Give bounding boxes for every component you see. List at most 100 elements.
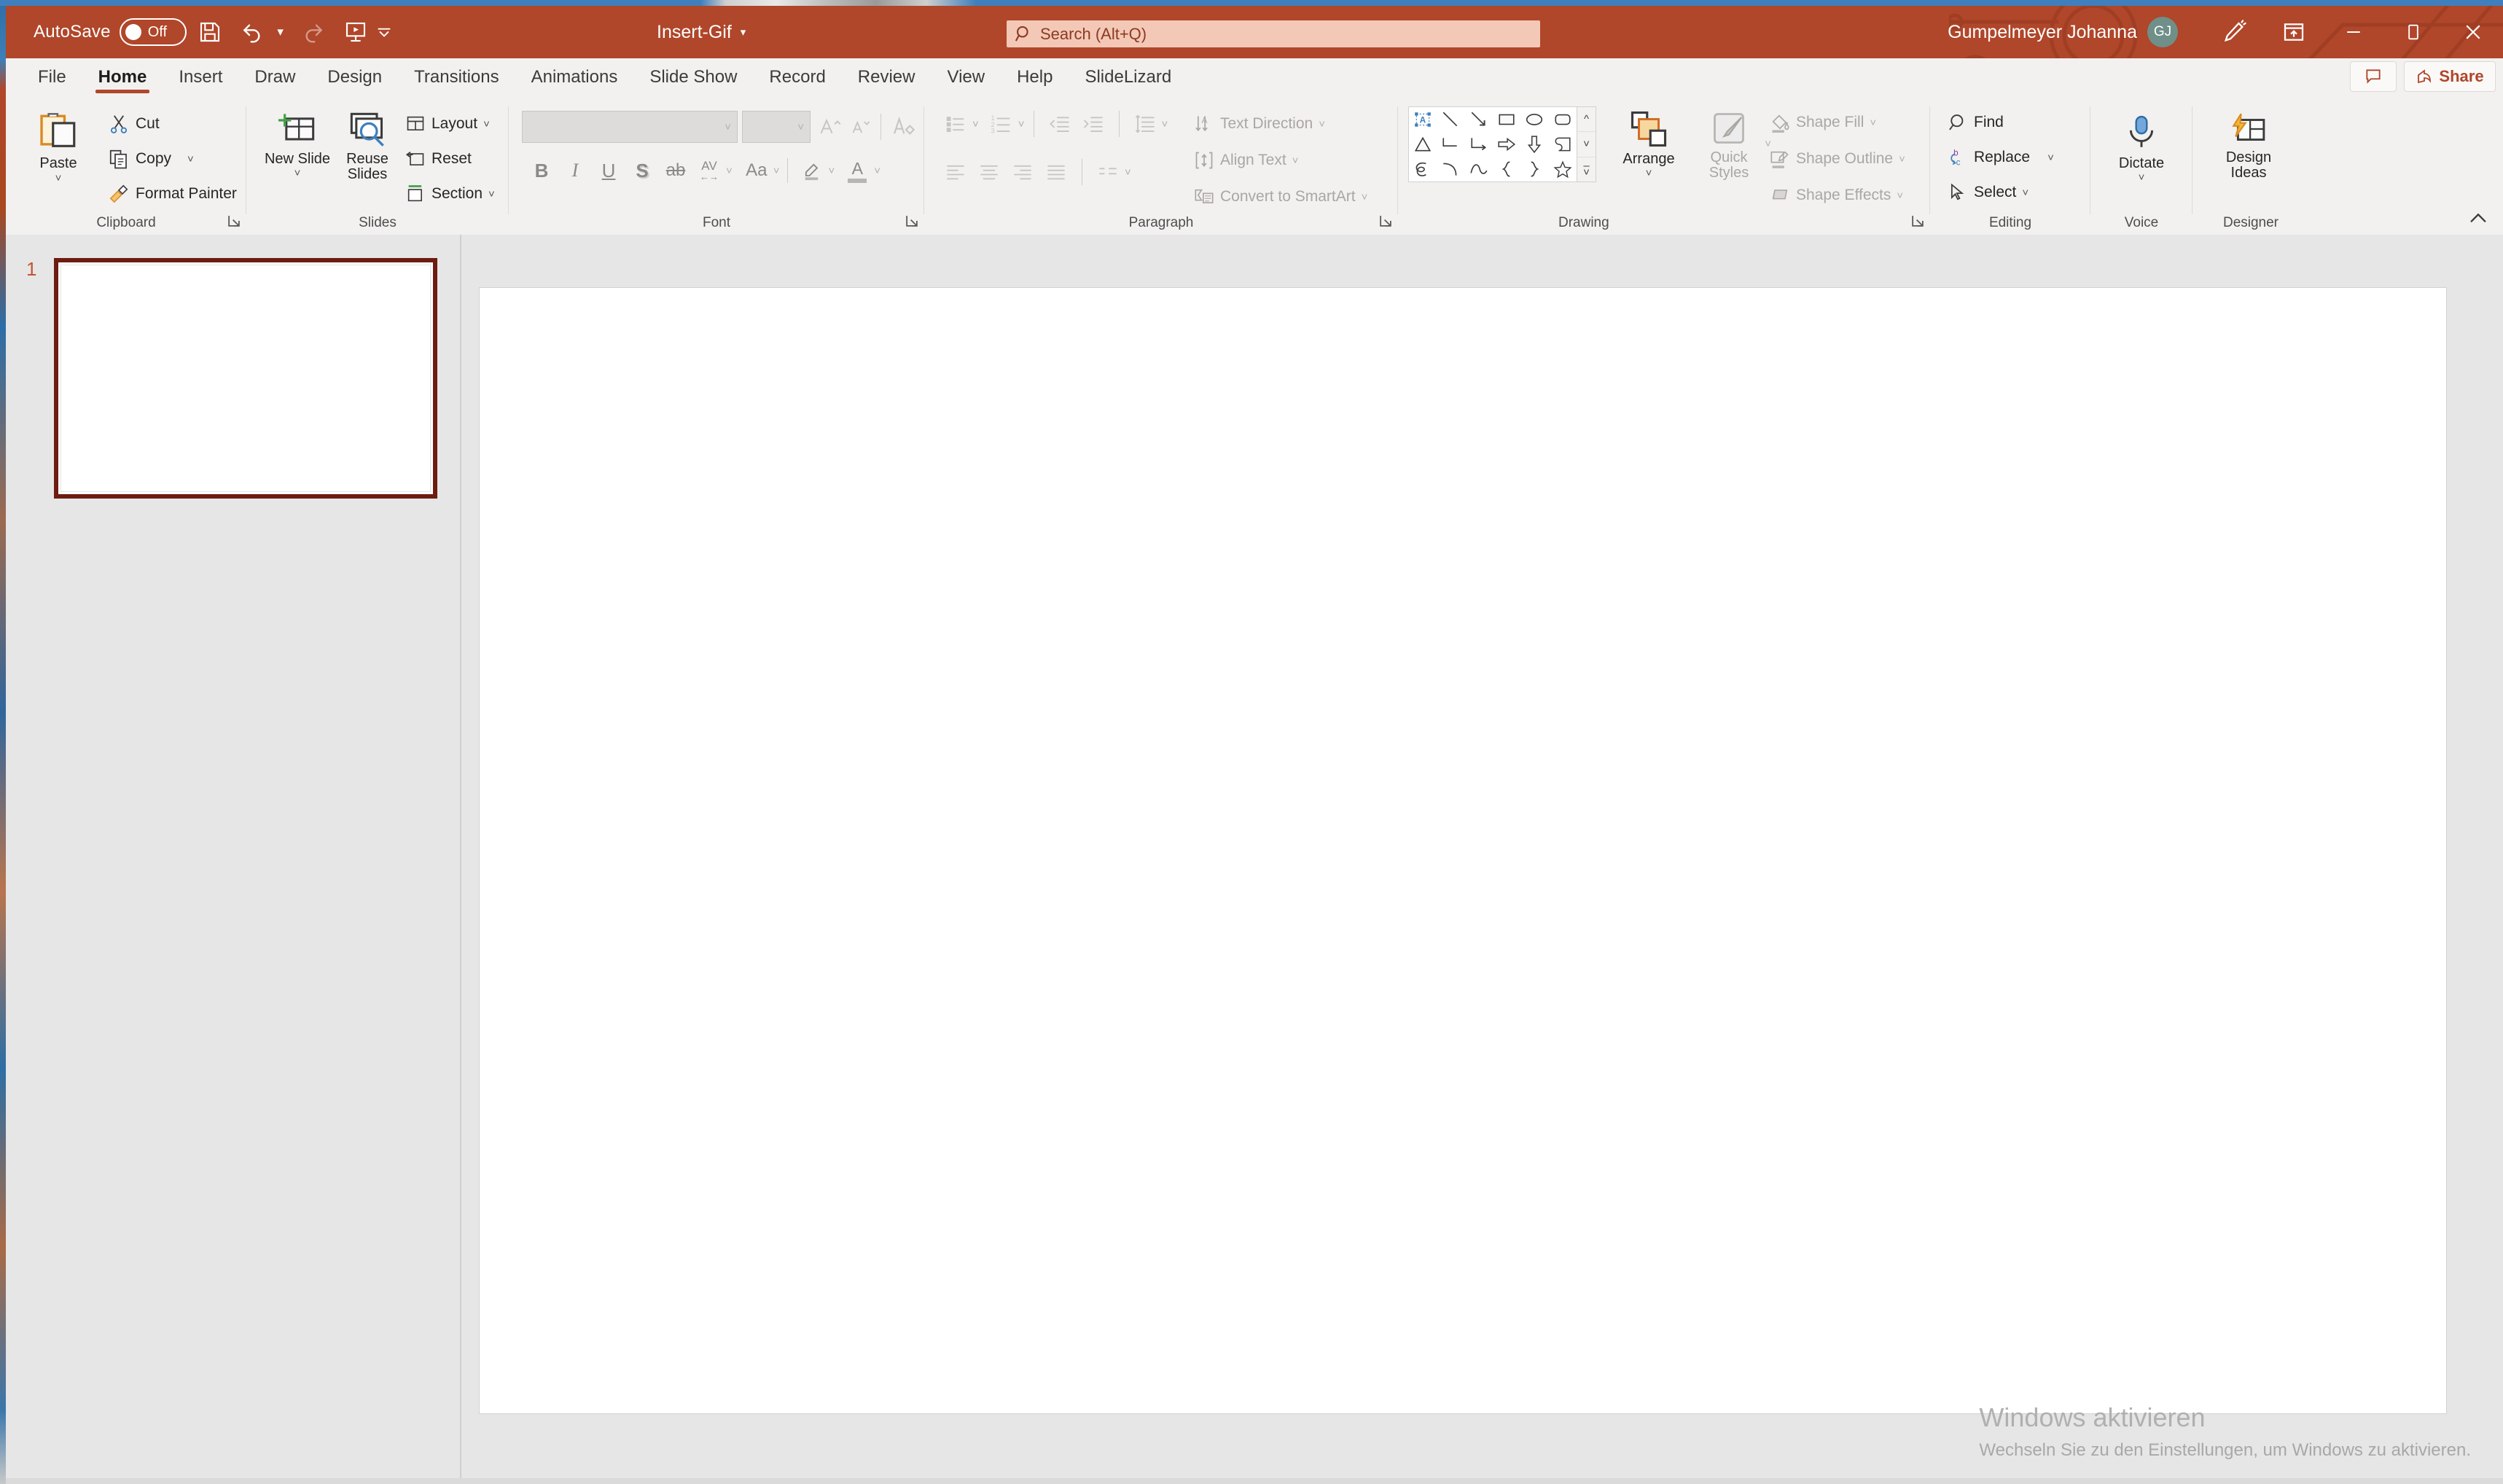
undo-dropdown-icon[interactable]: ▾ <box>271 13 290 51</box>
increase-font-size-button[interactable] <box>815 111 846 143</box>
line-shape[interactable] <box>1437 107 1464 132</box>
tab-transitions[interactable]: Transitions <box>398 58 515 96</box>
align-text-button[interactable]: Align Text ˅ <box>1194 146 1298 175</box>
pen-ink-icon[interactable] <box>2204 6 2264 58</box>
document-title[interactable]: Insert-Gif ▾ <box>657 6 746 58</box>
text-box-shape[interactable]: A <box>1409 107 1437 132</box>
arc-shape[interactable] <box>1437 157 1464 181</box>
account-area[interactable]: Gumpelmeyer Johanna GJ <box>1948 6 2178 58</box>
bullets-dropdown-icon[interactable]: ˅ <box>972 118 979 130</box>
numbering-dropdown-icon[interactable]: ˅ <box>1018 118 1025 130</box>
slide-canvas-area[interactable] <box>461 235 2503 1478</box>
elbow-arrow-connector-shape[interactable] <box>1465 132 1493 157</box>
tab-file[interactable]: File <box>22 58 82 96</box>
paragraph-dialog-launcher-icon[interactable] <box>1378 213 1394 229</box>
ribbon-display-options-icon[interactable] <box>2264 6 2324 58</box>
search-box[interactable]: Search (Alt+Q) <box>1007 20 1540 47</box>
character-spacing-dropdown-icon[interactable]: ˅ <box>726 165 733 177</box>
cut-button[interactable]: Cut <box>108 109 160 138</box>
arrange-button[interactable]: Arrange ˅ <box>1608 109 1690 179</box>
paste-dropdown-icon[interactable]: ˅ <box>55 172 62 184</box>
highlight-dropdown-icon[interactable]: ˅ <box>829 165 835 177</box>
tab-home[interactable]: Home <box>82 58 163 96</box>
rectangle-shape[interactable] <box>1493 107 1520 132</box>
align-right-button[interactable] <box>1006 157 1039 187</box>
oval-shape[interactable] <box>1520 107 1548 132</box>
font-color-dropdown-icon[interactable]: ˅ <box>874 165 880 177</box>
font-size-input[interactable]: ˅ <box>742 111 811 143</box>
autosave-toggle[interactable]: Off <box>120 18 187 46</box>
clipboard-dialog-launcher-icon[interactable] <box>226 213 242 229</box>
dictate-button[interactable]: Dictate ˅ <box>2105 111 2178 184</box>
tab-view[interactable]: View <box>932 58 1001 96</box>
chevron-up-icon[interactable] <box>2465 207 2491 229</box>
select-button[interactable]: Select ˅ <box>1948 178 2028 207</box>
save-icon[interactable] <box>191 13 229 51</box>
bold-button[interactable]: B <box>525 156 558 185</box>
shapes-gallery-scrollbar[interactable]: ^ ˅ –˅ <box>1577 107 1596 181</box>
bullets-button[interactable] <box>939 109 972 138</box>
reset-button[interactable]: Reset <box>405 144 472 173</box>
quick-styles-button[interactable]: Quick Styles ˅ <box>1688 109 1770 181</box>
justify-button[interactable] <box>1039 157 1073 187</box>
new-slide-dropdown-icon[interactable]: ˅ <box>294 167 301 179</box>
slide-canvas[interactable] <box>479 287 2447 1414</box>
shape-outline-dropdown-icon[interactable]: ˅ <box>1899 153 1905 165</box>
copy-dropdown-icon[interactable]: ˅ <box>187 153 194 165</box>
redo-icon[interactable] <box>294 13 332 51</box>
tab-insert[interactable]: Insert <box>163 58 238 96</box>
numbering-button[interactable]: 1 2 3 <box>985 109 1018 138</box>
layout-button[interactable]: Layout ˅ <box>405 109 490 138</box>
font-color-button[interactable]: A <box>840 156 874 185</box>
avatar[interactable]: GJ <box>2147 17 2178 47</box>
shapes-gallery[interactable]: A <box>1408 106 1596 182</box>
shape-fill-dropdown-icon[interactable]: ˅ <box>1870 117 1876 129</box>
reuse-slides-button[interactable]: Reuse Slides <box>332 111 402 182</box>
paste-button[interactable]: Paste ˅ <box>20 111 96 184</box>
font-dialog-launcher-icon[interactable] <box>904 213 920 229</box>
format-painter-button[interactable]: Format Painter <box>108 179 237 208</box>
align-text-dropdown-icon[interactable]: ˅ <box>1292 155 1299 167</box>
text-direction-dropdown-icon[interactable]: ˅ <box>1319 118 1325 130</box>
shapes-gallery-more-icon[interactable]: –˅ <box>1577 157 1596 181</box>
tab-design[interactable]: Design <box>311 58 398 96</box>
scribble-shape[interactable] <box>1409 157 1437 181</box>
right-arrow-shape[interactable] <box>1493 132 1520 157</box>
decrease-font-size-button[interactable] <box>846 111 876 143</box>
close-button[interactable] <box>2443 6 2503 58</box>
tab-animations[interactable]: Animations <box>515 58 634 96</box>
text-shadow-button[interactable]: S <box>625 156 659 185</box>
tab-draw[interactable]: Draw <box>238 58 311 96</box>
rounded-rectangle-shape[interactable] <box>1549 107 1577 132</box>
copy-button[interactable]: Copy ˅ <box>108 144 194 173</box>
dictate-dropdown-icon[interactable]: ˅ <box>2139 171 2145 184</box>
section-button[interactable]: Section ˅ <box>405 179 495 208</box>
convert-to-smartart-dropdown-icon[interactable]: ˅ <box>1362 191 1368 203</box>
customize-quick-access-toolbar-icon[interactable] <box>375 13 394 51</box>
right-brace-shape[interactable] <box>1520 157 1548 181</box>
comments-button[interactable] <box>2350 61 2397 92</box>
change-case-dropdown-icon[interactable]: ˅ <box>773 165 780 177</box>
replace-button[interactable]: b c Replace ˅ <box>1948 143 2054 172</box>
shape-effects-dropdown-icon[interactable]: ˅ <box>1897 190 1903 202</box>
down-arrow-shape[interactable] <box>1520 132 1548 157</box>
start-from-beginning-icon[interactable] <box>337 13 375 51</box>
align-center-button[interactable] <box>972 157 1006 187</box>
columns-dropdown-icon[interactable]: ˅ <box>1125 166 1131 179</box>
arrow-shape[interactable] <box>1465 107 1493 132</box>
minimize-button[interactable] <box>2324 6 2383 58</box>
tab-record[interactable]: Record <box>753 58 841 96</box>
shape-outline-button[interactable]: Shape Outline ˅ <box>1770 144 1905 173</box>
tab-review[interactable]: Review <box>842 58 932 96</box>
columns-button[interactable] <box>1091 157 1125 187</box>
share-button[interactable]: Share <box>2404 61 2496 92</box>
decrease-indent-button[interactable] <box>1043 109 1077 138</box>
tab-slide-show[interactable]: Slide Show <box>633 58 753 96</box>
align-left-button[interactable] <box>939 157 972 187</box>
font-name-input[interactable]: ˅ <box>522 111 738 143</box>
line-spacing-dropdown-icon[interactable]: ˅ <box>1162 118 1168 130</box>
folded-corner-shape[interactable] <box>1549 132 1577 157</box>
drawing-dialog-launcher-icon[interactable] <box>1910 213 1926 229</box>
character-spacing-button[interactable]: AV ←→ <box>692 156 726 185</box>
star-shape[interactable] <box>1549 157 1577 181</box>
